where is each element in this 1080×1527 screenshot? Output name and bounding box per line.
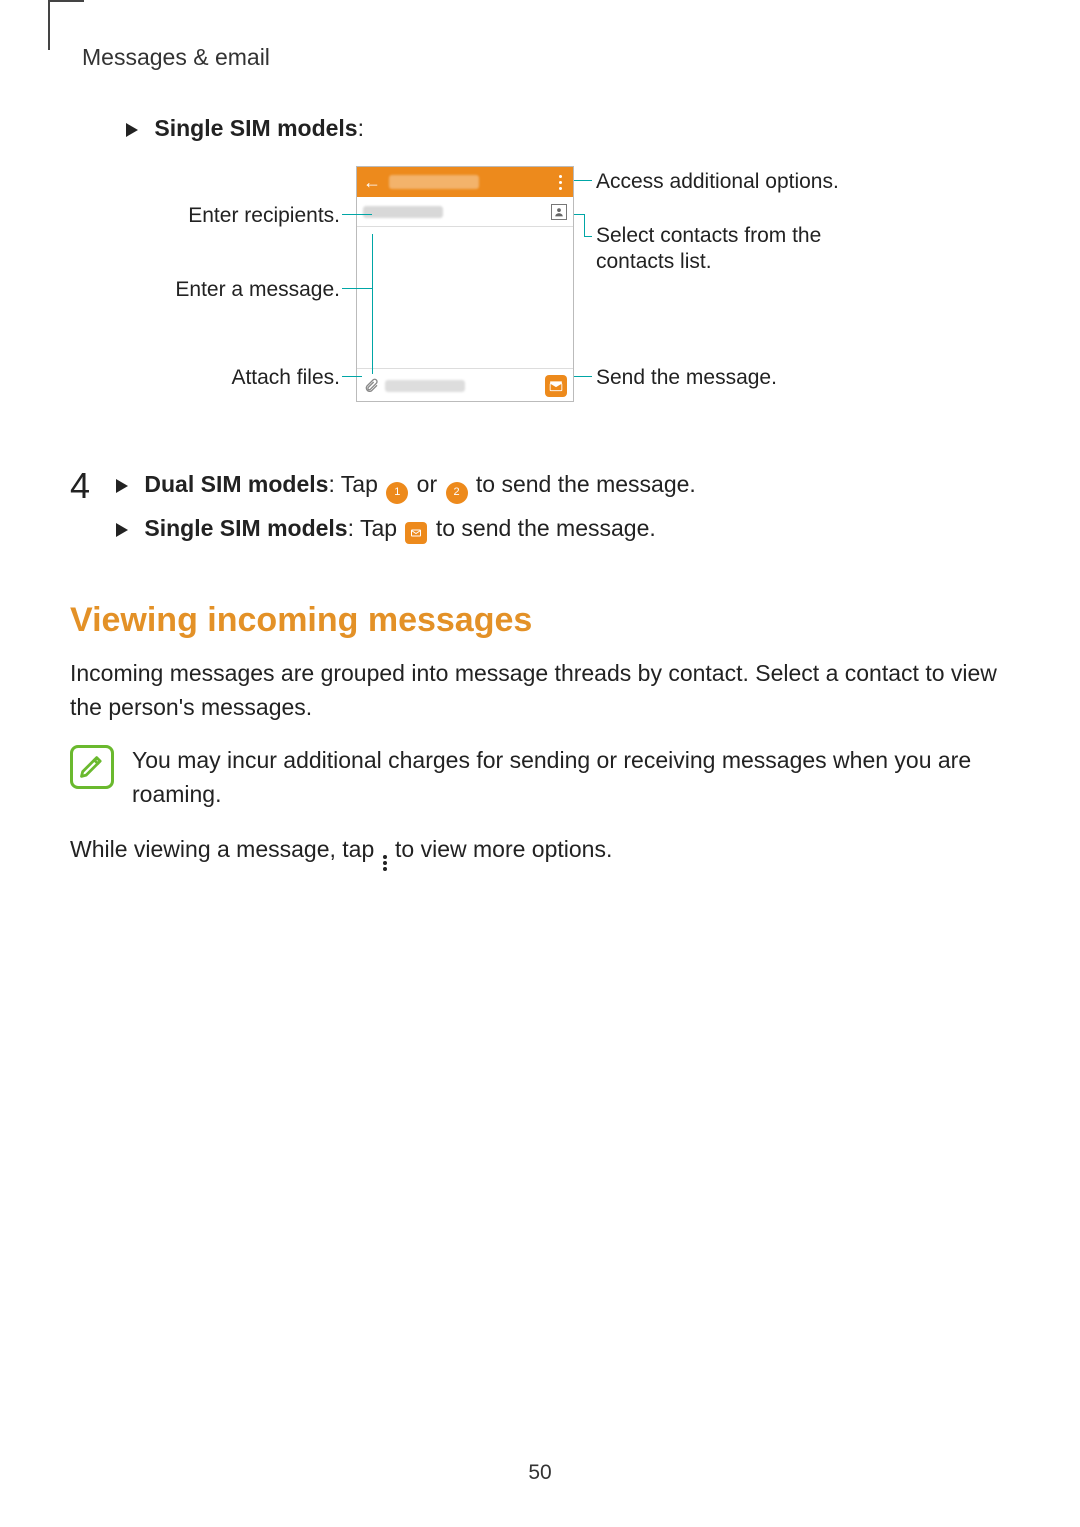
while-after: to view more options. bbox=[389, 836, 613, 862]
phone-mock: ← bbox=[356, 166, 574, 402]
while-before: While viewing a message, tap bbox=[70, 836, 381, 862]
single-sim-colon: : bbox=[358, 115, 364, 141]
margin-line-vertical bbox=[48, 0, 50, 50]
compose-diagram: ← Enter recipients. bbox=[70, 166, 1010, 436]
manual-page: Messages & email Single SIM models: ← bbox=[0, 0, 1080, 1527]
callout-attach-files: Attach files. bbox=[70, 366, 340, 390]
connector-line bbox=[342, 376, 362, 377]
callout-enter-recipients: Enter recipients. bbox=[70, 204, 340, 228]
single-text-before: : Tap bbox=[348, 515, 404, 541]
callout-send-message: Send the message. bbox=[596, 366, 777, 390]
connector-line bbox=[574, 180, 592, 181]
dual-sim-bold: Dual SIM models bbox=[144, 471, 328, 497]
connector-line bbox=[342, 214, 372, 215]
contacts-picker-icon bbox=[551, 204, 567, 220]
message-placeholder-blur bbox=[385, 380, 465, 392]
connector-line bbox=[574, 214, 584, 215]
note-icon bbox=[70, 745, 114, 789]
recipients-placeholder-blur bbox=[363, 206, 443, 218]
more-options-icon bbox=[383, 855, 387, 871]
connector-line bbox=[574, 376, 592, 377]
callout-select-contacts-l2: contacts list. bbox=[596, 250, 712, 274]
single-sim-heading: Single SIM models: bbox=[126, 115, 1010, 142]
viewing-heading: Viewing incoming messages bbox=[70, 601, 1010, 640]
connector-line bbox=[372, 234, 373, 374]
send-icon bbox=[405, 522, 427, 544]
callout-enter-message: Enter a message. bbox=[70, 278, 340, 302]
connector-line bbox=[584, 214, 585, 236]
note-block: You may incur additional charges for sen… bbox=[70, 743, 1010, 812]
step-number: 4 bbox=[70, 466, 116, 553]
note-text: You may incur additional charges for sen… bbox=[132, 743, 1010, 812]
phone-header: ← bbox=[357, 167, 573, 197]
triangle-bullet-icon bbox=[116, 523, 128, 537]
callout-select-contacts-l1: Select contacts from the bbox=[596, 224, 821, 248]
callout-access-options: Access additional options. bbox=[596, 170, 839, 194]
while-viewing-line: While viewing a message, tap to view mor… bbox=[70, 832, 1010, 871]
margin-line-horizontal bbox=[48, 0, 84, 2]
single-sim-bold: Single SIM models bbox=[144, 515, 347, 541]
connector-line bbox=[342, 288, 372, 289]
connector-line bbox=[584, 236, 592, 237]
step-body: Dual SIM models: Tap 1 or 2 to send the … bbox=[116, 466, 1010, 553]
dual-sim-row: Dual SIM models: Tap 1 or 2 to send the … bbox=[116, 466, 1010, 504]
paperclip-icon bbox=[363, 378, 379, 394]
more-options-icon bbox=[553, 175, 567, 190]
send-button-icon bbox=[545, 375, 567, 397]
triangle-bullet-icon bbox=[116, 479, 128, 493]
dual-text-after: to send the message. bbox=[470, 471, 696, 497]
sim1-send-icon: 1 bbox=[386, 482, 408, 504]
section-header: Messages & email bbox=[82, 44, 1010, 71]
dual-text-or: or bbox=[410, 471, 443, 497]
sim2-send-icon: 2 bbox=[446, 482, 468, 504]
step-4: 4 Dual SIM models: Tap 1 or 2 to send th… bbox=[70, 466, 1010, 553]
phone-recipients-row bbox=[357, 197, 573, 227]
phone-footer bbox=[357, 369, 573, 403]
page-number: 50 bbox=[0, 1461, 1080, 1485]
dual-text-before: : Tap bbox=[328, 471, 384, 497]
single-sim-label: Single SIM models bbox=[154, 115, 357, 141]
triangle-bullet-icon bbox=[126, 123, 138, 137]
single-sim-row: Single SIM models: Tap to send the messa… bbox=[116, 510, 1010, 547]
viewing-paragraph: Incoming messages are grouped into messa… bbox=[70, 656, 1010, 725]
single-text-after: to send the message. bbox=[429, 515, 655, 541]
phone-title-blur bbox=[389, 175, 479, 189]
phone-message-body bbox=[357, 227, 573, 369]
back-arrow-icon: ← bbox=[363, 172, 381, 193]
